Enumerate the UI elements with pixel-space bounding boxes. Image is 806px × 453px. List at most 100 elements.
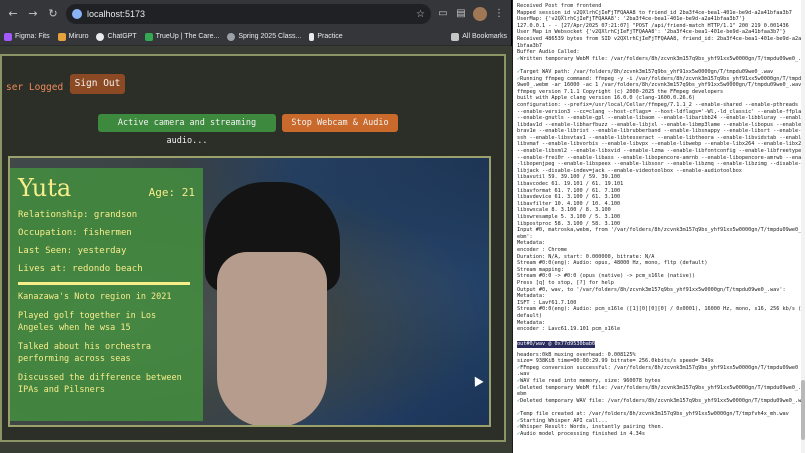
sidebar-icon[interactable]: ▤ — [455, 8, 467, 20]
url-text: localhost:5173 — [87, 9, 146, 19]
terminal-line: UserMap: {'v2QXlrhCjIeFjTFQAAA8': '2ba3f… — [517, 16, 745, 23]
forward-icon[interactable]: → — [26, 7, 40, 21]
practice-icon — [309, 32, 315, 41]
terminal-line: Audio model processing finished in 4.34s — [517, 431, 802, 438]
folder-icon — [451, 32, 460, 41]
bookmark-item[interactable]: Figma: Fits — [4, 32, 50, 41]
bookmark-item[interactable]: ChatGPT — [96, 32, 137, 41]
friend-age: Age: 21 — [148, 186, 195, 199]
terminal-line: configuration: --prefix=/usr/local/Cella… — [517, 101, 799, 108]
terminal-line: 1bfaa3b7 — [517, 42, 542, 49]
relationship: Relationship: grandson — [18, 210, 138, 220]
terminal-line: ISFT : Lavf61.7.100 — [517, 299, 577, 306]
terminal-output: Received Post from frontend Mapped sessio… — [517, 3, 802, 437]
browser-window: ← → ↻ localhost:5173 ☆ ▭ ▤ ⋮ Figma: Fits… — [0, 0, 512, 453]
terminal-line: Received Post from frontend — [517, 3, 602, 9]
site-info-icon[interactable] — [72, 9, 82, 19]
terminal-line: Metadata: — [517, 240, 546, 247]
terminal-line: encoder : Chrome — [517, 246, 567, 253]
terminal-line: Output #0, wav, to '/var/folders/8h/zcvn… — [517, 286, 786, 293]
divider — [18, 282, 190, 285]
last-seen: Last Seen: yesterday — [18, 246, 127, 256]
terminal-line: size= 938KiB time=00:00:29.99 bitrate= 2… — [517, 358, 714, 365]
terminal-line: Written temporary WebM file: /var/folder… — [517, 56, 802, 63]
webcam-video: Yuta Age: 21 Relationship: grandson Occu… — [8, 156, 491, 427]
terminal-line: Stream #0:0(eng): Audio: opus, 48000 Hz,… — [517, 260, 708, 267]
terminal-line: built with Apple clang version 16.0.0 (c… — [517, 95, 696, 102]
screen: ← → ↻ localhost:5173 ☆ ▭ ▤ ⋮ Figma: Fits… — [0, 0, 806, 453]
terminal-line: Stream #0:0 -> #0:0 (opus (native) -> pc… — [517, 273, 696, 280]
terminal-line: encoder : Lavc61.19.101 pcm_s16le — [517, 326, 621, 333]
terminal-line: libswresample 5. 3.100 / 5. 3.100 — [517, 214, 621, 220]
sign-out-button[interactable]: Sign Out — [70, 74, 125, 94]
active-camera-button[interactable]: Active camera and streaming audio... — [98, 114, 276, 146]
bookmark-item[interactable]: Practice — [309, 32, 343, 41]
terminal-line: --enable-gnutls --enable-gpl --enable-li… — [517, 115, 802, 122]
terminal-line: out#0/wav @ 0x77d9530bab0 — [517, 341, 596, 348]
terminal-line: Temp file created at: /var/folders/8h/zc… — [517, 411, 802, 418]
terminal-line: Duration: N/A, start: 0.000000, bitrate:… — [517, 253, 655, 260]
terminal-line: libavformat 61. 7.100 / 61. 7.100 — [517, 187, 621, 194]
terminal-line: Metadata: — [517, 319, 546, 326]
class-icon — [227, 32, 236, 41]
terminal-line: ssh --enable-libsvtav1 --enable-libtesse… — [517, 134, 802, 141]
terminal-line: --enable-version3 --cc=clang --host-cfla… — [517, 108, 802, 115]
terminal-line: libavfilter 10. 4.100 / 10. 4.100 — [517, 200, 621, 207]
memory-item: Talked about his orchestra performing ac… — [18, 341, 152, 365]
profile-avatar[interactable] — [473, 7, 487, 21]
menu-icon[interactable]: ⋮ — [493, 8, 505, 20]
terminal-line: libvmaf --enable-libvorbis --enable-libv… — [517, 141, 802, 148]
address-bar[interactable]: localhost:5173 ☆ — [66, 4, 431, 24]
terminal-line: Mapped session_id v2QXlrhCjIeFjTFQAAA8 t… — [517, 9, 792, 16]
terminal-line: -libopenjpeg --enable-libspeex --enable-… — [517, 161, 802, 168]
all-bookmarks[interactable]: All Bookmarks — [451, 32, 507, 41]
bookmark-item[interactable]: Miruro — [57, 32, 88, 41]
stop-webcam-button[interactable]: Stop Webcam & Audio — [282, 114, 398, 132]
terminal-line: Received 486539 bytes from SID v2QXlrhCj… — [517, 35, 802, 42]
terminal-line: 127.0.0.1 - - [27/Apr/2025 07:21:07] "PO… — [517, 22, 789, 29]
terminal-line: Metadata: — [517, 293, 546, 300]
terminal-line: headers:0kB muxing overhead: 0.008125% — [517, 351, 636, 358]
terminal-line: libavdevice 61. 3.100 / 61. 3.100 — [517, 194, 621, 201]
terminal-line: Stream #0:0(eng): Audio: pcm_s16le ([1][… — [517, 306, 802, 313]
extensions-icon[interactable]: ▭ — [437, 8, 449, 20]
app-frame: ser Logged In Sign Out Active camera and… — [0, 54, 506, 442]
chatgpt-icon — [96, 32, 105, 41]
lives-at: Lives at: redondo beach — [18, 264, 143, 274]
bookmark-star-icon[interactable]: ☆ — [416, 9, 425, 20]
bookmark-item[interactable]: Spring 2025 Class... — [227, 32, 301, 41]
terminal-line: ffmpeg version 7.1.1 Copyright (c) 2000-… — [517, 88, 724, 95]
terminal-line: Deleted temporary WebM file: /var/folder… — [517, 385, 802, 392]
memories-list[interactable]: Kanazawa's Noto region in 2021 Played go… — [18, 291, 195, 425]
memory-item: Kanazawa's Noto region in 2021 — [18, 292, 172, 302]
terminal-line: FFmpeg conversion successful: /var/folde… — [517, 365, 802, 372]
terminal-line: brav1e --enable-librist --enable-librubb… — [517, 128, 802, 135]
browser-toolbar: ← → ↻ localhost:5173 ☆ ▭ ▤ ⋮ — [0, 0, 511, 28]
memory-item: Discussed the difference between IPAs an… — [18, 372, 182, 396]
terminal-line: --enable-libxml2 --enable-libxvid --enab… — [517, 148, 802, 155]
terminal-window[interactable]: Received Post from frontend Mapped sessio… — [513, 0, 806, 453]
terminal-line: ebm — [517, 391, 527, 398]
terminal-line: User Map in Websocket {'v2QXlrhCjIeFjTFQ… — [517, 29, 786, 36]
reload-icon[interactable]: ↻ — [46, 7, 60, 21]
terminal-line: Whisper Result: Words, instantly pairing… — [517, 424, 802, 431]
friend-name: Yuta — [18, 174, 72, 202]
terminal-scroll-thumb[interactable] — [801, 380, 805, 440]
trueup-icon — [144, 32, 153, 41]
terminal-line: Deleted temporary WAV file: /var/folders… — [517, 398, 802, 405]
back-icon[interactable]: ← — [6, 7, 20, 21]
memory-item: Played golf together in Los Angeles when… — [18, 310, 157, 334]
occupation: Occupation: fishermen — [18, 228, 132, 238]
terminal-line: 9we0_.webm -ar 16000 -ac 1 /var/folders/… — [517, 82, 802, 89]
terminal-line: Press [q] to stop, [?] for help — [517, 279, 614, 286]
webcam-person — [205, 182, 340, 425]
terminal-line: libpostproc 58. 3.100 / 58. 3.100 — [517, 220, 621, 227]
terminal-line: libavutil 59. 39.100 / 59. 39.100 — [517, 174, 621, 181]
terminal-line: libjack --disable-indev=jack --enable-vi… — [517, 167, 742, 174]
terminal-line: Buffer Audio Called: — [517, 49, 580, 56]
figma-icon — [4, 32, 12, 41]
terminal-line: Input #0, matroska,webm, from '/var/fold… — [517, 227, 802, 234]
bookmark-item[interactable]: TrueUp | The Care... — [144, 32, 219, 41]
